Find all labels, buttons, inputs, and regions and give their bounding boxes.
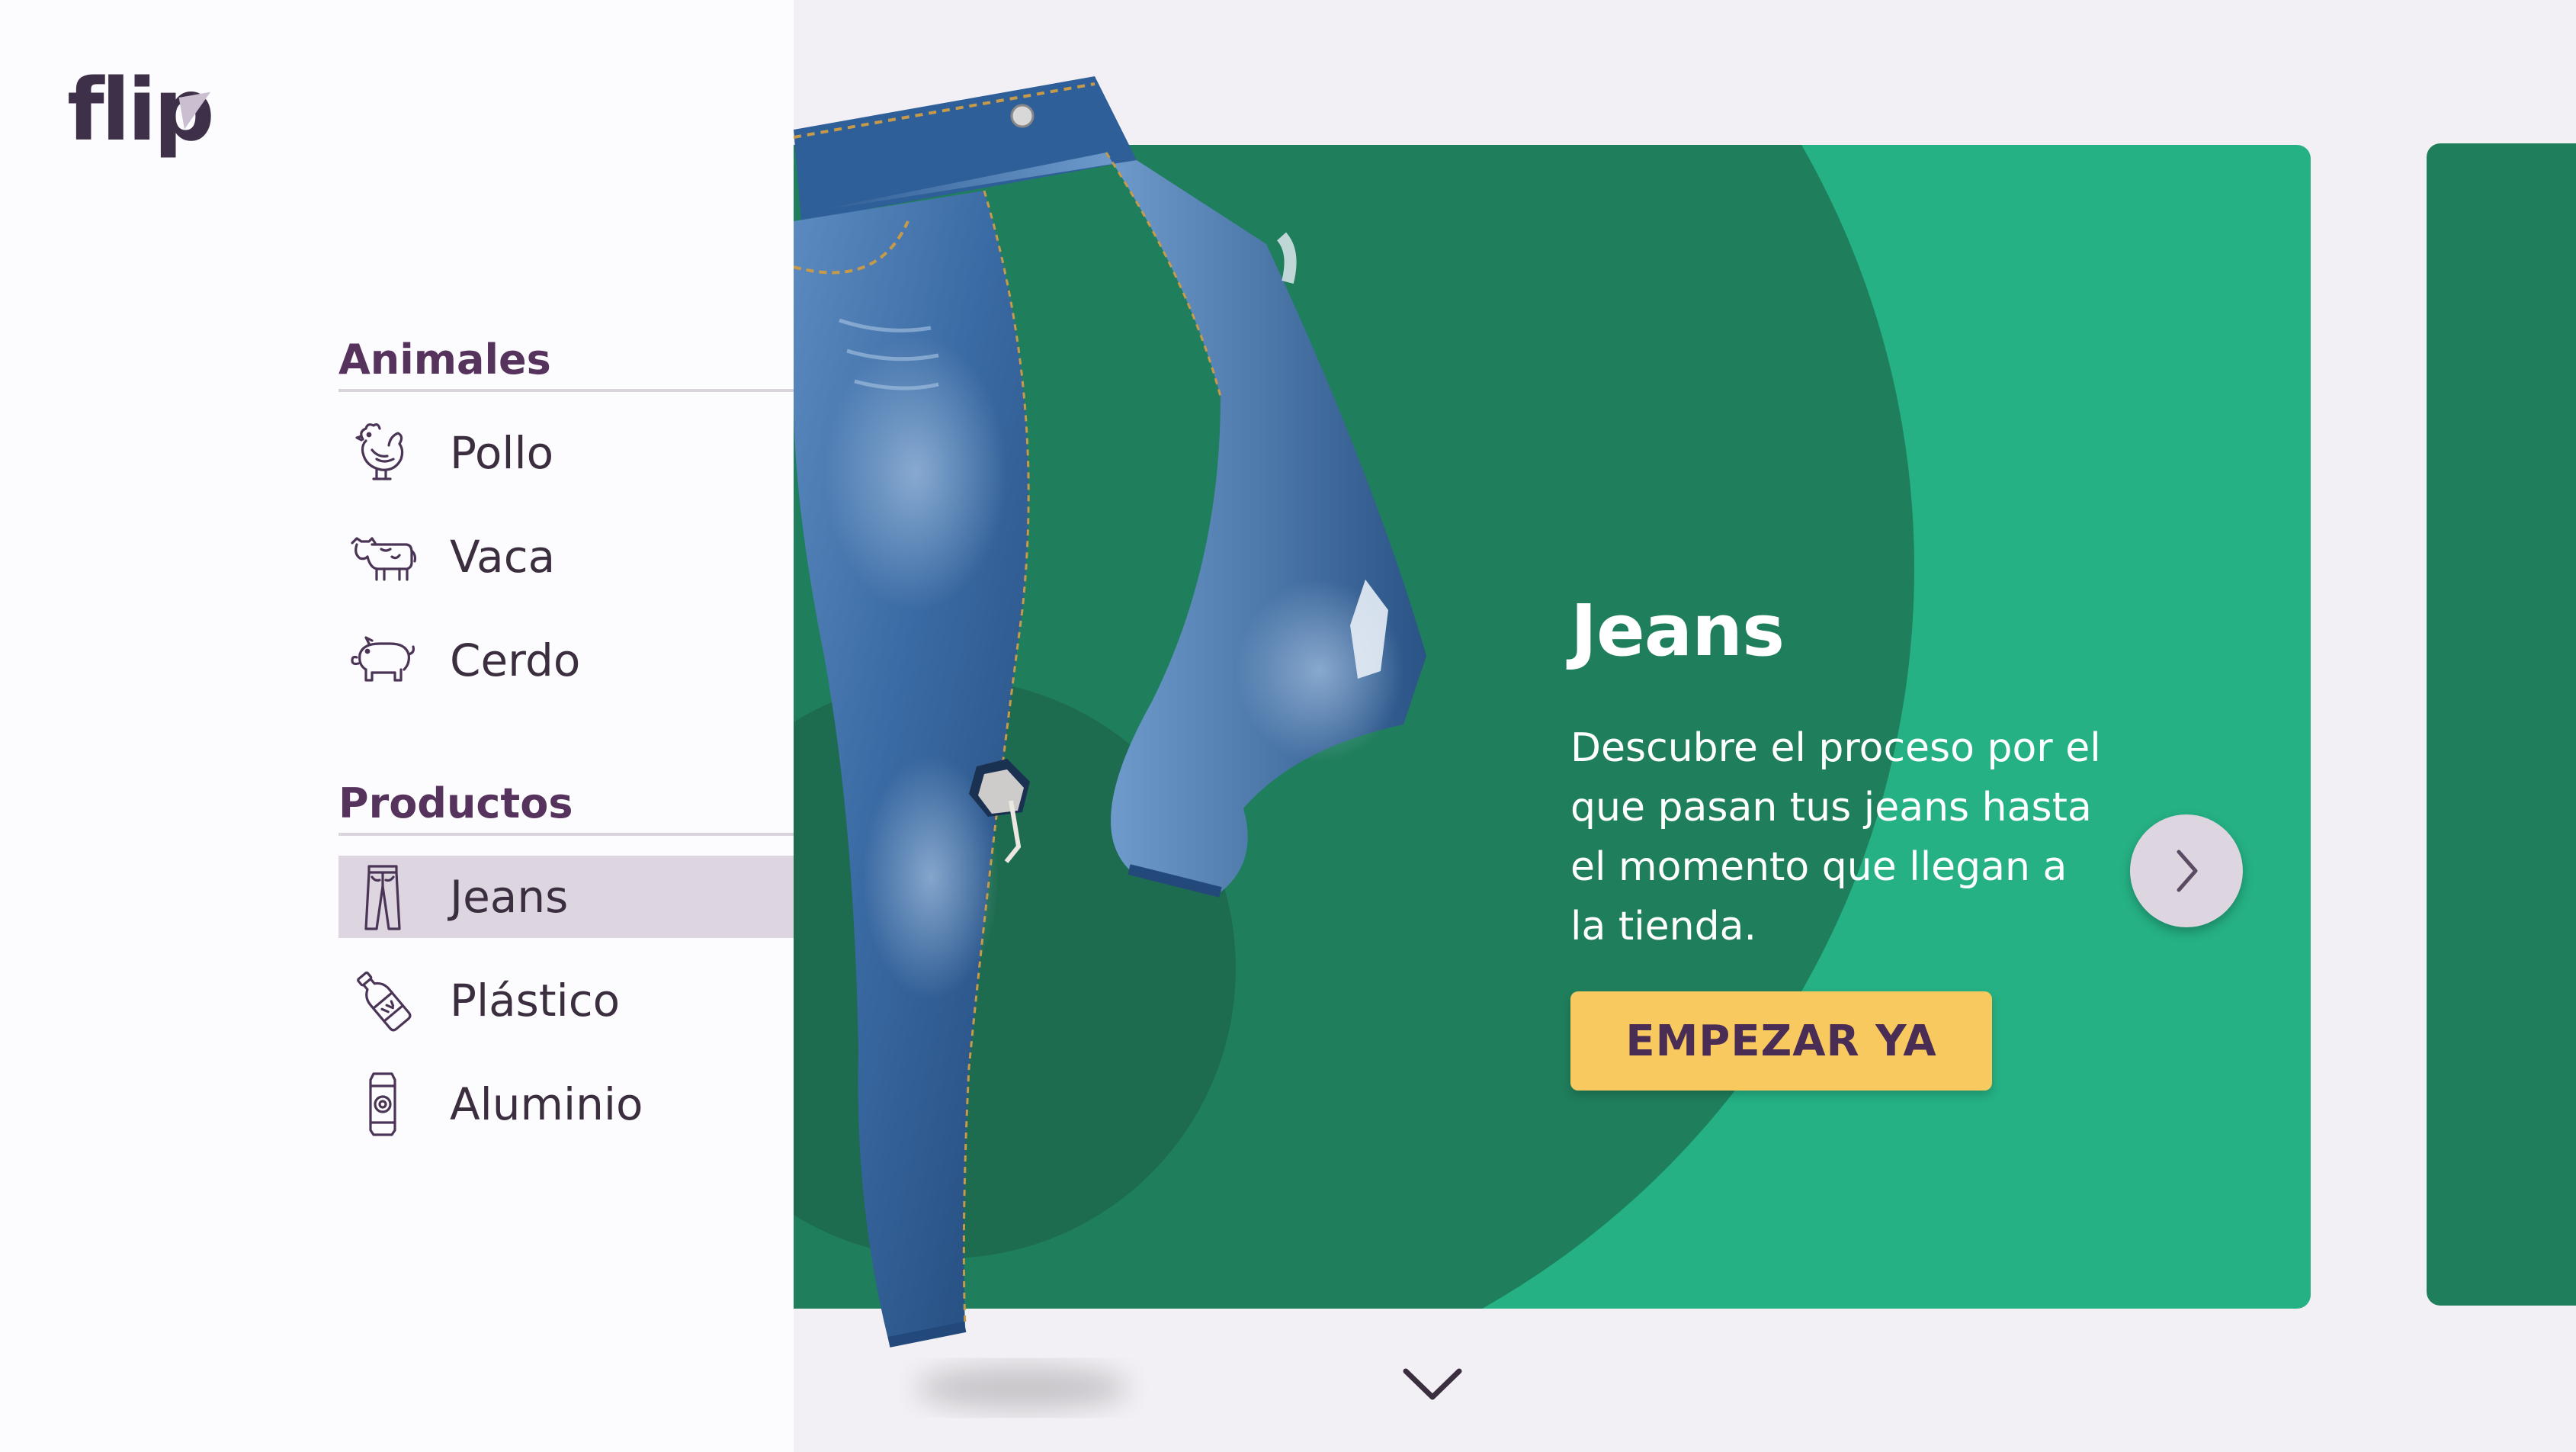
bottle-icon (345, 962, 421, 1039)
empezar-ya-button[interactable]: EMPEZAR YA (1570, 991, 1992, 1091)
product-carousel: Jeans Descubre el proceso por el que pas… (794, 0, 2576, 1452)
sidebar-item-label: Plástico (450, 975, 621, 1026)
sidebar-item-aluminio[interactable]: Aluminio (338, 1063, 794, 1145)
sidebar-item-plastico[interactable]: Plástico (338, 959, 794, 1042)
chevron-down-icon (1403, 1368, 1462, 1400)
sidebar-item-cerdo[interactable]: Cerdo (338, 619, 794, 702)
jeans-photo (794, 76, 1426, 1409)
sidebar-item-jeans[interactable]: Jeans (338, 856, 794, 938)
scroll-down-button[interactable] (1394, 1357, 1471, 1411)
next-slide-preview[interactable] (2427, 143, 2576, 1306)
sidebar-item-label: Aluminio (450, 1078, 643, 1130)
sidebar-item-vaca[interactable]: Vaca (338, 516, 794, 598)
chevron-right-icon (2177, 850, 2198, 892)
section-heading-animales: Animales (338, 328, 794, 392)
sidebar-item-label: Jeans (450, 871, 569, 923)
section-heading-productos: Productos (338, 772, 794, 836)
chicken-icon (345, 415, 421, 491)
sidebar-item-label: Cerdo (450, 634, 581, 686)
sidebar: flip Animales Pollo Vaca Cerdo Productos… (0, 0, 794, 1452)
section-animales: Animales Pollo Vaca Cerdo (338, 328, 794, 702)
next-slide-button[interactable] (2130, 814, 2243, 927)
card-title: Jeans (1570, 589, 1785, 673)
flip-logo[interactable]: flip (67, 61, 217, 168)
sidebar-item-pollo[interactable]: Pollo (338, 412, 794, 494)
card-description: Descubre el proceso por el que pasan tus… (1570, 725, 2101, 949)
cow-icon (345, 519, 421, 595)
logo-flap-icon (178, 92, 217, 130)
pig-icon (345, 622, 421, 699)
jeans-icon (345, 859, 421, 935)
sidebar-item-label: Pollo (450, 427, 554, 479)
section-productos: Productos Jeans Plástico Aluminio (338, 772, 794, 1145)
can-icon (345, 1066, 421, 1142)
sidebar-item-label: Vaca (450, 531, 556, 583)
